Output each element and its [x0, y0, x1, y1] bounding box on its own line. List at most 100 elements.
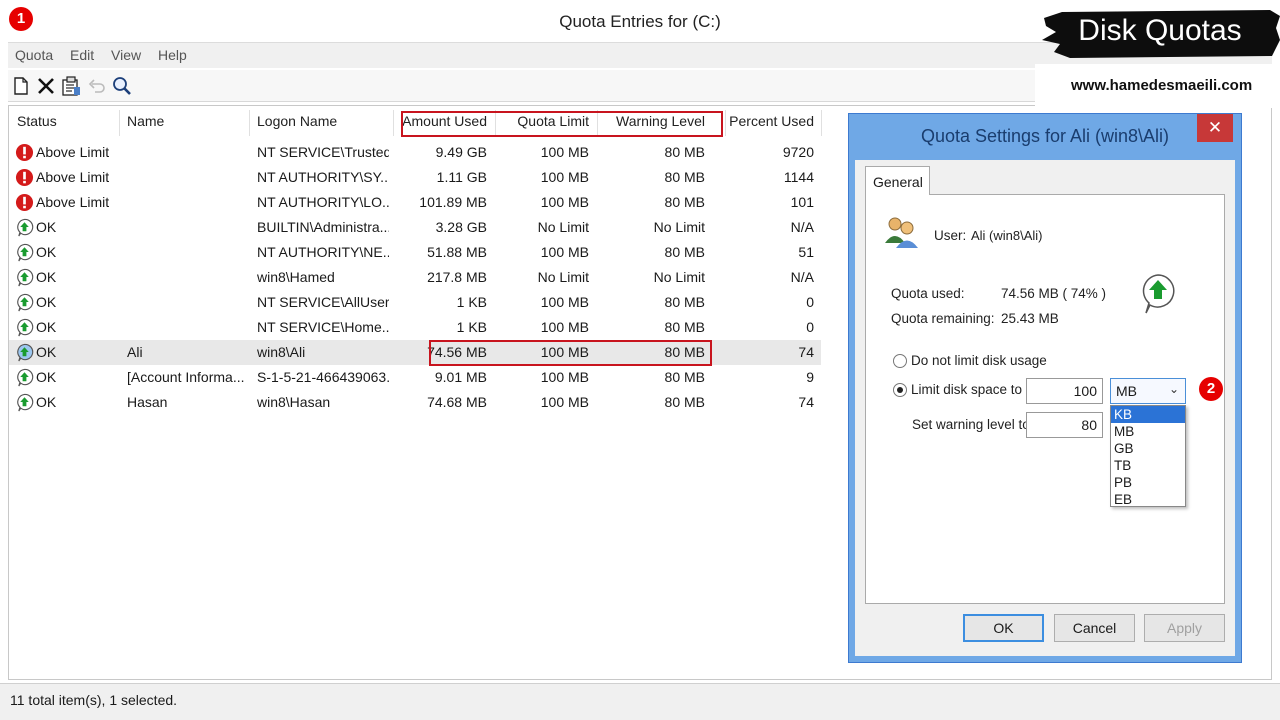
new-entry-icon[interactable]	[10, 75, 32, 97]
no-limit-radio[interactable]	[893, 354, 907, 368]
brand-title: Disk Quotas	[1078, 14, 1242, 47]
status-text: 11 total item(s), 1 selected.	[10, 692, 178, 708]
limit-unit-selected: MB	[1116, 383, 1137, 399]
unit-option-mb[interactable]: MB	[1111, 423, 1185, 440]
table-row[interactable]: Above Limit NT SERVICE\Trusted... 9.49 GB 1…	[9, 140, 821, 165]
table-row[interactable]: OK NT AUTHORITY\NE... 51.88 MB 100 MB 80 MB 5…	[9, 240, 821, 265]
unit-dropdown-list: KB MB GB TB PB EB	[1110, 405, 1186, 507]
column-header-percent-used[interactable]: Percent Used	[727, 113, 814, 129]
unit-option-kb[interactable]: KB	[1111, 406, 1185, 423]
step-badge-2: 2	[1199, 377, 1223, 401]
column-header-name[interactable]: Name	[127, 113, 164, 129]
quota-used-value: 74.56 MB ( 74% )	[1001, 286, 1107, 301]
chevron-down-icon: ⌄	[1168, 382, 1179, 396]
cell-logon-name: NT AUTHORITY\NE...	[257, 244, 389, 260]
status-bar: 11 total item(s), 1 selected.	[0, 683, 1280, 720]
menu-edit[interactable]: Edit	[63, 43, 100, 63]
table-row[interactable]: OK Hasan win8\Hasan 74.68 MB 100 MB 80 MB 74	[9, 390, 821, 415]
cell-amount-used: 3.28 GB	[435, 219, 487, 235]
ok-icon	[17, 393, 34, 412]
menu-help[interactable]: Help	[151, 43, 193, 63]
cell-quota-limit: No Limit	[537, 269, 589, 285]
limit-disk-radio[interactable]	[893, 383, 907, 397]
apply-button[interactable]: Apply	[1144, 614, 1225, 642]
table-row[interactable]: OK win8\Hamed 217.8 MB No Limit No Limit N/A	[9, 265, 821, 290]
close-button[interactable]: ✕	[1197, 114, 1233, 142]
cell-logon-name: NT SERVICE\Home...	[257, 319, 389, 335]
undo-icon[interactable]	[86, 75, 108, 97]
warning-value-input[interactable]: 80	[1026, 412, 1103, 438]
unit-option-tb[interactable]: TB	[1111, 457, 1185, 474]
ok-icon	[17, 318, 34, 337]
table-row[interactable]: OK BUILTIN\Administra... 3.28 GB No Limit No…	[9, 215, 821, 240]
menu-quota[interactable]: Quota	[8, 43, 59, 63]
table-row[interactable]: Above Limit NT AUTHORITY\LO... 101.89 MB 10…	[9, 190, 821, 215]
cell-amount-used: 51.88 MB	[427, 244, 487, 260]
find-icon[interactable]	[111, 75, 133, 97]
cell-percent-used: 74	[798, 344, 814, 360]
cell-percent-used: 74	[798, 394, 814, 410]
cell-percent-used: N/A	[790, 269, 814, 285]
cell-amount-used: 217.8 MB	[427, 269, 487, 285]
cell-warning-level: 80 MB	[664, 369, 705, 385]
column-header-logon-name[interactable]: Logon Name	[257, 113, 337, 129]
cell-amount-used: 101.89 MB	[419, 194, 487, 210]
user-value: Ali (win8\Ali)	[971, 228, 1043, 243]
highlight-columns-box	[401, 111, 723, 137]
ok-button[interactable]: OK	[963, 614, 1044, 642]
cell-warning-level: No Limit	[653, 269, 705, 285]
cell-quota-limit: 100 MB	[540, 319, 589, 335]
error-icon	[15, 168, 34, 187]
cell-logon-name: win8\Hasan	[257, 394, 331, 410]
user-label: User:	[934, 228, 967, 243]
limit-unit-select[interactable]: MB ⌄	[1110, 378, 1186, 404]
quota-used-label: Quota used:	[891, 286, 965, 301]
tab-general[interactable]: General	[865, 166, 930, 195]
properties-icon[interactable]	[60, 75, 82, 97]
cell-quota-limit: 100 MB	[540, 369, 589, 385]
unit-option-pb[interactable]: PB	[1111, 474, 1185, 491]
table-row[interactable]: Above Limit NT AUTHORITY\SY... 1.11 GB 100 …	[9, 165, 821, 190]
cell-quota-limit: 100 MB	[540, 194, 589, 210]
cell-percent-used: 0	[806, 319, 814, 335]
highlight-row-values-box	[429, 340, 712, 366]
column-header-status[interactable]: Status	[17, 113, 57, 129]
limit-disk-label: Limit disk space to	[911, 382, 1023, 397]
ok-icon	[17, 243, 34, 262]
cell-amount-used: 1 KB	[456, 294, 487, 310]
cell-percent-used: 9720	[782, 144, 814, 160]
cell-status: OK	[36, 319, 57, 335]
cell-logon-name: NT SERVICE\AllUserI...	[257, 294, 389, 310]
table-row[interactable]: OK [Account Informa... S-1-5-21-466439063.…	[9, 365, 821, 390]
cancel-button[interactable]: Cancel	[1054, 614, 1135, 642]
cell-warning-level: 80 MB	[664, 294, 705, 310]
ok-icon	[17, 293, 34, 312]
cell-warning-level: 80 MB	[664, 144, 705, 160]
cell-amount-used: 74.68 MB	[427, 394, 487, 410]
error-icon	[15, 193, 34, 212]
unit-option-eb[interactable]: EB	[1111, 491, 1185, 508]
delete-icon[interactable]	[35, 75, 57, 97]
ok-icon	[17, 368, 34, 387]
cell-warning-level: 80 MB	[664, 319, 705, 335]
cell-status: Above Limit	[36, 144, 110, 160]
limit-value-input[interactable]: 100	[1026, 378, 1103, 404]
cell-amount-used: 1.11 GB	[436, 169, 487, 185]
cell-logon-name: NT AUTHORITY\SY...	[257, 169, 389, 185]
table-row[interactable]: OK NT SERVICE\AllUserI... 1 KB 100 MB 80 MB 0	[9, 290, 821, 315]
unit-option-gb[interactable]: GB	[1111, 440, 1185, 457]
quota-remaining-value: 25.43 MB	[1001, 311, 1059, 326]
brand-url: www.hamedesmaeili.com	[1071, 77, 1253, 94]
cell-warning-level: 80 MB	[664, 194, 705, 210]
cell-quota-limit: 100 MB	[540, 294, 589, 310]
cell-percent-used: N/A	[790, 219, 814, 235]
cell-status: OK	[36, 269, 57, 285]
cell-status: OK	[36, 369, 57, 385]
error-icon	[15, 143, 34, 162]
table-row[interactable]: OK NT SERVICE\Home... 1 KB 100 MB 80 MB 0	[9, 315, 821, 340]
menu-view[interactable]: View	[104, 43, 147, 63]
cell-logon-name: NT AUTHORITY\LO...	[257, 194, 389, 210]
cell-logon-name: BUILTIN\Administra...	[257, 219, 389, 235]
cell-warning-level: 80 MB	[664, 169, 705, 185]
cell-status: OK	[36, 294, 57, 310]
